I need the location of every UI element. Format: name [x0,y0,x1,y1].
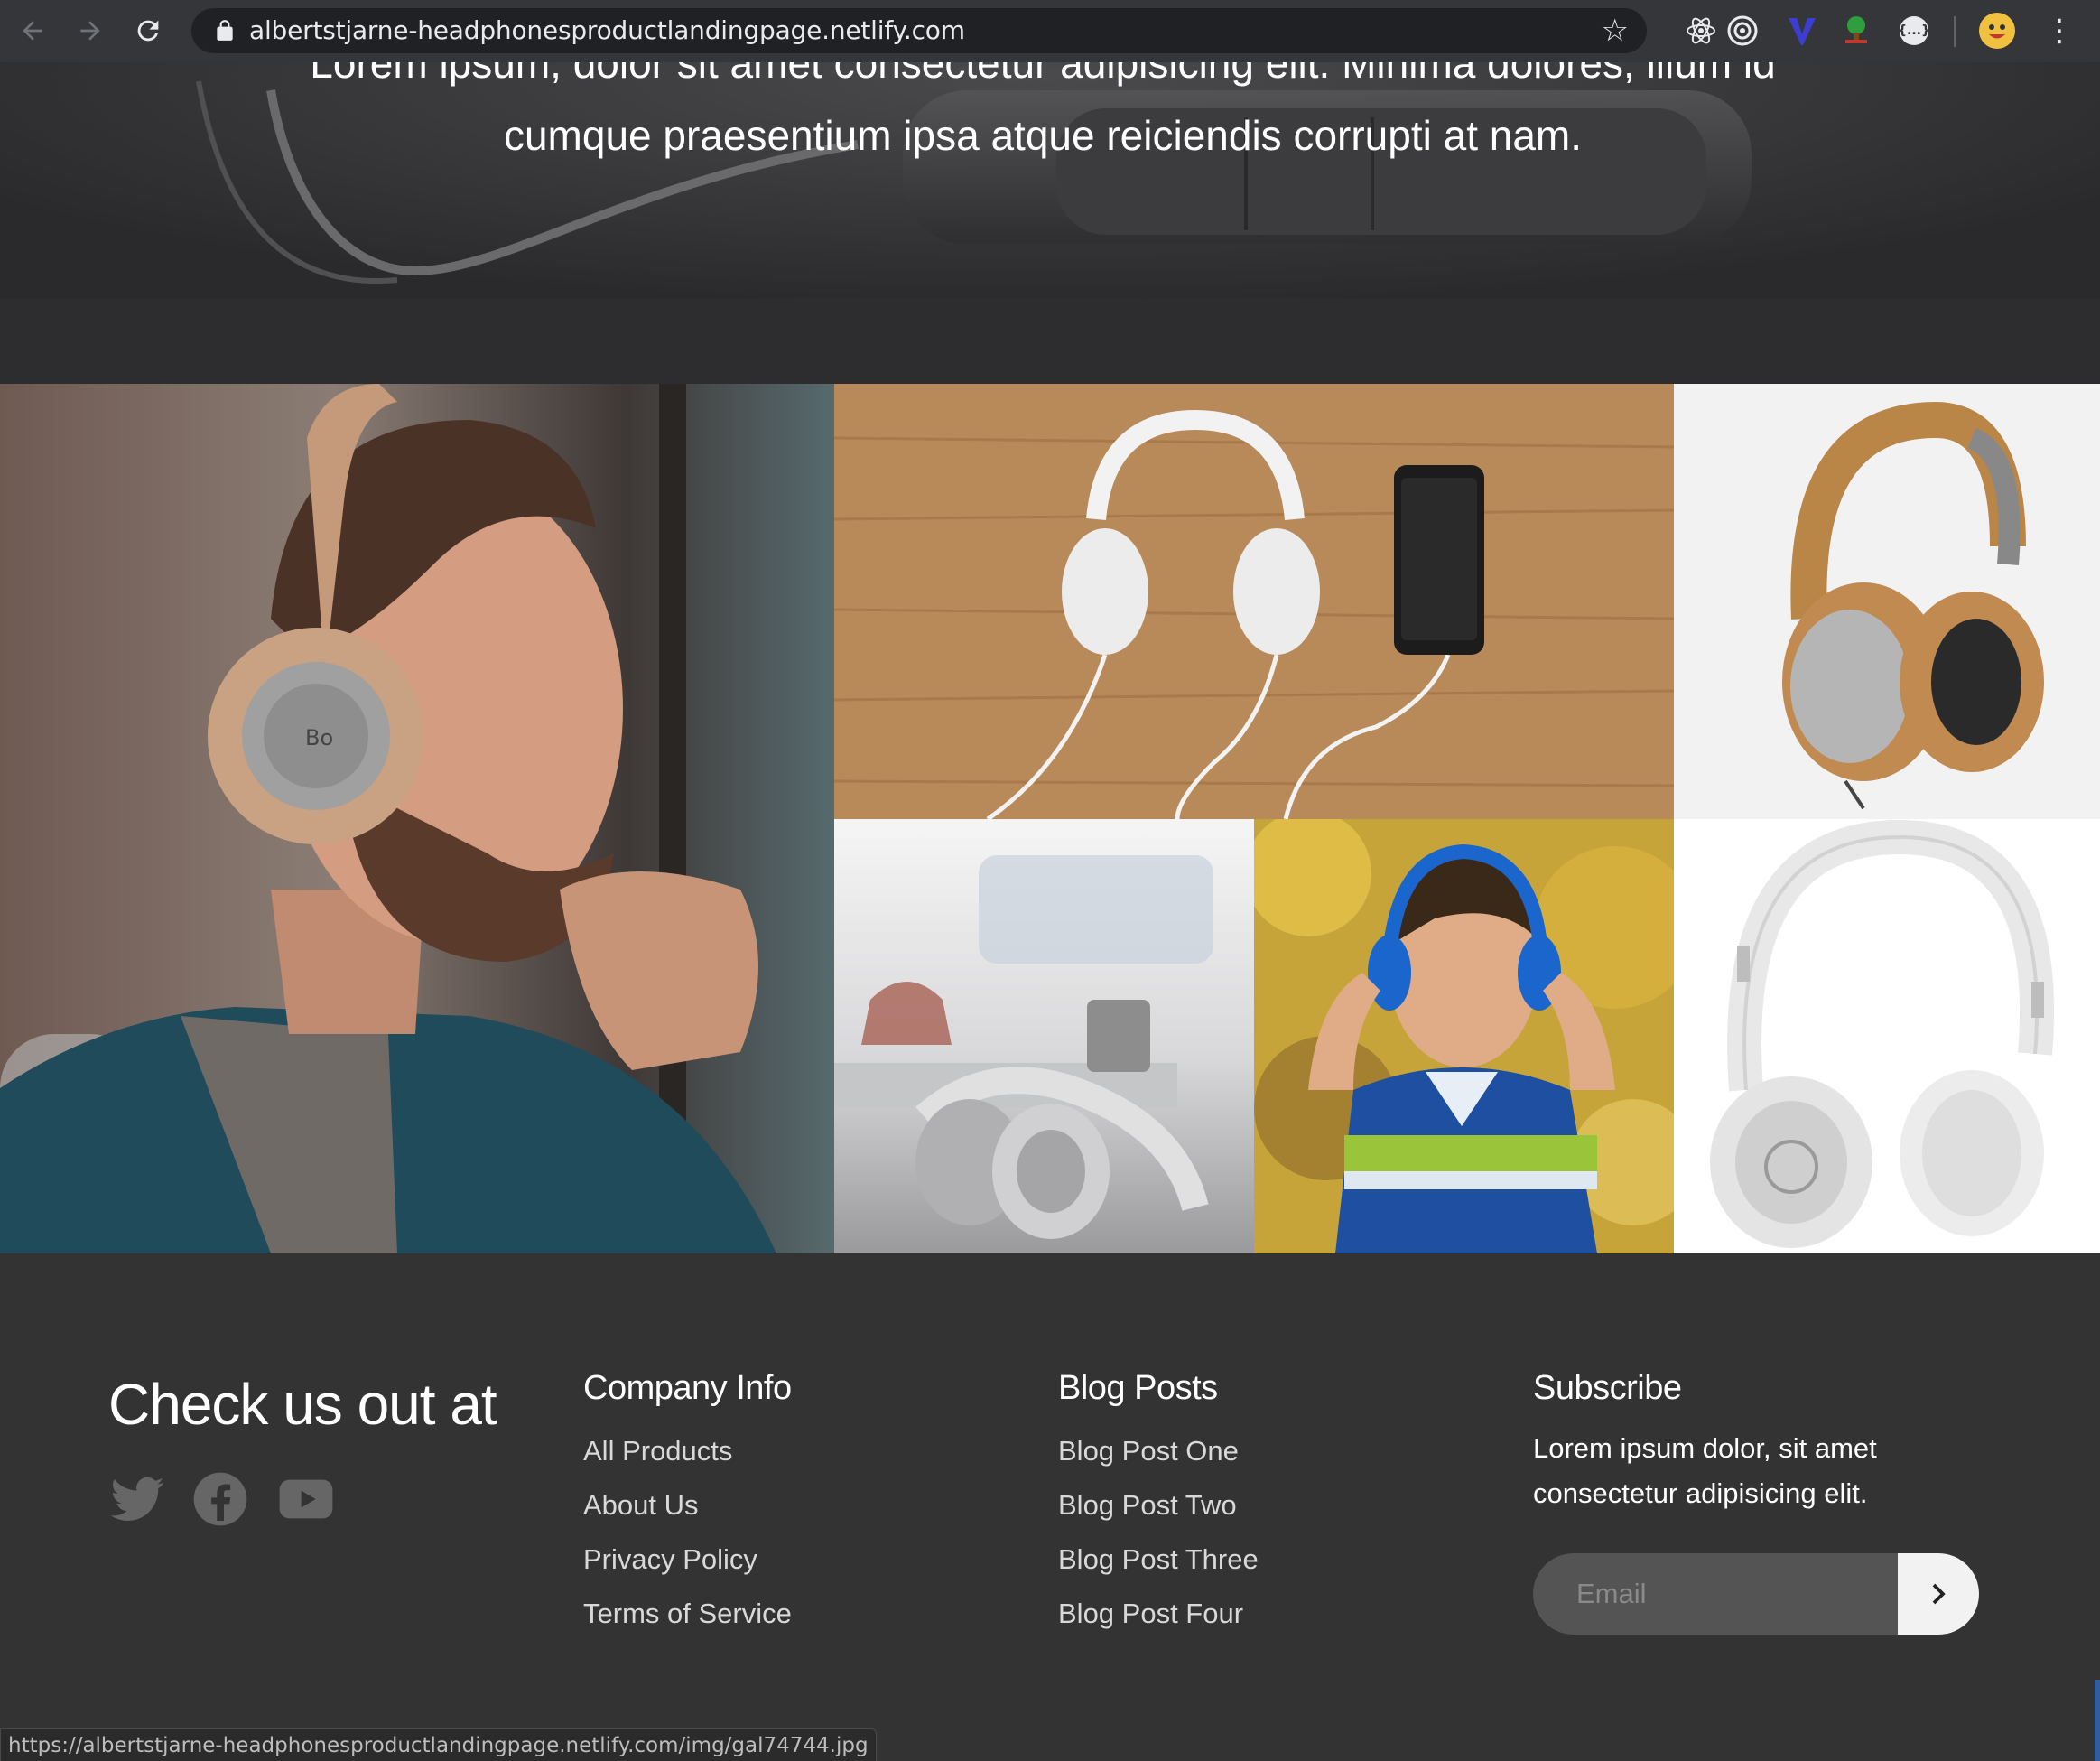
gallery-image-man-with-headphones[interactable]: Bo [0,384,834,1253]
chevron-right-icon [1932,1583,1946,1605]
facebook-icon[interactable] [191,1470,249,1528]
link-terms-of-service[interactable]: Terms of Service [583,1596,792,1650]
svg-text:Bo: Bo [305,725,333,750]
status-bar-url: https://albertstjarne-headphonesproductl… [0,1728,877,1761]
more-menu-icon[interactable]: ⋮ [2044,11,2075,51]
gallery-image-tan-headphones[interactable] [1674,384,2100,819]
social-links [108,1470,338,1528]
lock-icon [217,20,233,41]
page: Lorem ipsum, dolor sit amet consectetur … [0,0,2100,1761]
subscribe-text: Lorem ipsum dolor, sit amet consectetur … [1533,1432,1877,1509]
gallery-image-headphones-on-desk[interactable] [834,819,1254,1253]
url-text: albertstjarne-headphonesproductlandingpa… [249,15,965,45]
footer-title: Check us out at [108,1372,497,1437]
link-all-products[interactable]: All Products [583,1433,792,1487]
youtube-icon[interactable] [274,1470,338,1528]
subscribe-form [1533,1553,1979,1635]
blog-posts-column: Blog Posts Blog Post One Blog Post Two B… [1058,1369,1259,1650]
react-devtools-icon[interactable] [1683,13,1719,49]
profile-avatar-icon[interactable] [1979,13,2015,49]
star-icon[interactable]: ☆ [1602,15,1629,46]
blog-posts-heading: Blog Posts [1058,1369,1218,1407]
company-info-heading: Company Info [583,1369,792,1407]
subscribe-heading: Subscribe [1533,1369,1682,1407]
browser-toolbar: albertstjarne-headphonesproductlandingpa… [0,0,2100,62]
address-bar[interactable]: albertstjarne-headphonesproductlandingpa… [191,8,1647,53]
subscribe-submit-button[interactable] [1898,1553,1979,1635]
back-arrow-icon[interactable] [11,9,54,52]
vue-icon[interactable] [1784,13,1820,49]
footer: Check us out at Company Info All Product… [0,1253,2100,1761]
link-about-us[interactable]: About Us [583,1487,792,1542]
subscribe-column: Subscribe Lorem ipsum dolor, sit amet co… [1533,1369,1912,1516]
link-blog-post-one[interactable]: Blog Post One [1058,1433,1259,1487]
forward-arrow-icon[interactable] [69,9,112,52]
link-blog-post-two[interactable]: Blog Post Two [1058,1487,1259,1542]
reload-icon[interactable] [126,9,170,52]
target-icon[interactable] [1724,13,1761,49]
link-blog-post-four[interactable]: Blog Post Four [1058,1596,1259,1650]
twitter-icon[interactable] [108,1470,166,1528]
hero-text-line-2: cumque praesentium ipsa atque reiciendis… [503,112,1583,159]
company-info-column: Company Info All Products About Us Priva… [583,1369,792,1650]
link-privacy-policy[interactable]: Privacy Policy [583,1542,792,1596]
scrollbar-edge [2095,1680,2100,1761]
link-blog-post-three[interactable]: Blog Post Three [1058,1542,1259,1596]
gallery-image-boy-with-headphones[interactable] [1254,819,1674,1253]
email-input[interactable] [1533,1553,1898,1635]
gallery: Bo [0,384,2100,1253]
tree-icon[interactable] [1838,13,1874,49]
json-icon[interactable]: {...} [1898,16,1930,45]
toolbar-divider [1954,16,1956,47]
gallery-image-white-headphones-on-wood[interactable] [834,384,1674,819]
gallery-image-white-beats-headphones[interactable] [1674,819,2100,1253]
